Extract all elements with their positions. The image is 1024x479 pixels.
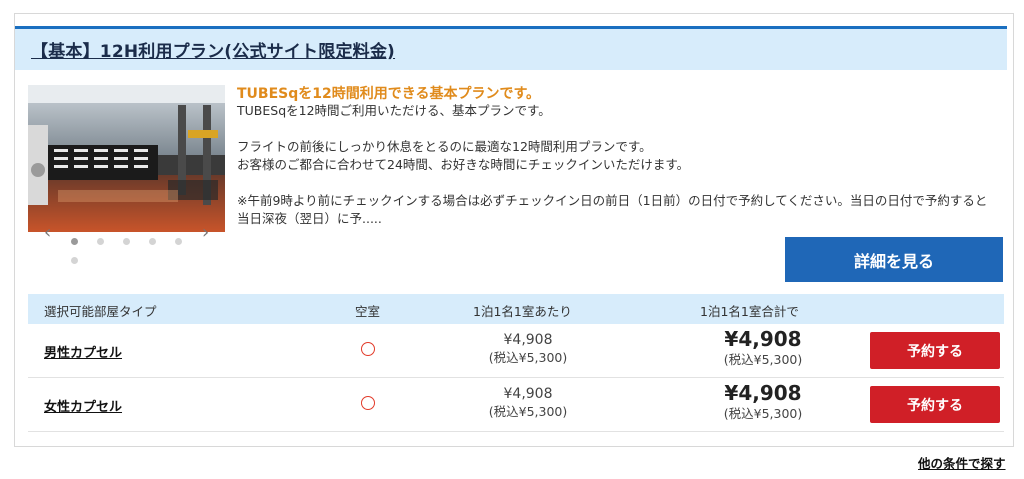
plan-header: 【基本】12H利用プラン(公式サイト限定料金): [15, 26, 1007, 70]
description-line: お客様のご都合に合わせて24時間、お好きな時間にチェックインいただけます。: [237, 157, 690, 172]
carousel-dot[interactable]: [97, 238, 104, 245]
total-value: ¥4,908: [724, 327, 802, 351]
carousel-dot[interactable]: [149, 238, 156, 245]
carousel-dot[interactable]: [123, 238, 130, 245]
total-price: ¥4,908 (税込¥5,300): [693, 382, 833, 423]
carousel-prev-icon[interactable]: ‹: [44, 222, 51, 243]
total-price: ¥4,908 (税込¥5,300): [693, 328, 833, 369]
reserve-button[interactable]: 予約する: [870, 386, 1000, 423]
total-tax: (税込¥5,300): [723, 406, 803, 421]
vacancy-header: 空室: [355, 304, 381, 319]
room-table-header: 選択可能部屋タイプ 空室 1泊1名1室あたり 1泊1名1室合計で: [28, 294, 1004, 324]
total-value: ¥4,908: [724, 381, 802, 405]
price-value: ¥4,908: [503, 332, 553, 348]
carousel-dot[interactable]: [71, 238, 78, 245]
room-name-link[interactable]: 女性カプセル: [44, 396, 122, 415]
plan-title-link[interactable]: 【基本】12H利用プラン(公式サイト限定料金): [31, 37, 395, 62]
per-person-price-header: 1泊1名1室あたり: [473, 304, 572, 319]
carousel-dots: [71, 230, 202, 268]
carousel-dot[interactable]: [71, 257, 78, 264]
view-details-button[interactable]: 詳細を見る: [785, 237, 1003, 282]
carousel-dot[interactable]: [175, 238, 182, 245]
price-tax: (税込¥5,300): [488, 350, 568, 365]
description-line: TUBESqを12時間ご利用いただける、基本プランです。: [237, 103, 551, 118]
total-tax: (税込¥5,300): [723, 352, 803, 367]
per-person-price: ¥4,908 (税込¥5,300): [468, 332, 588, 366]
plan-photo: [28, 85, 225, 232]
plan-headline: TUBESqを12時間利用できる基本プランです。: [237, 86, 541, 102]
description-line: ※午前9時より前にチェックインする場合は必ずチェックイン日の前日（1日前）の日付…: [237, 193, 988, 226]
per-person-price: ¥4,908 (税込¥5,300): [468, 386, 588, 420]
plan-description: TUBESqを12時間ご利用いただける、基本プランです。 フライトの前後にしっか…: [237, 102, 997, 228]
total-price-header: 1泊1名1室合計で: [700, 304, 799, 319]
description-line: フライトの前後にしっかり休息をとるのに最適な12時間利用プランです。: [237, 139, 652, 154]
vacancy-available-icon: [361, 396, 375, 410]
room-row: 男性カプセル ¥4,908 (税込¥5,300) ¥4,908 (税込¥5,30…: [28, 324, 1004, 378]
reserve-button[interactable]: 予約する: [870, 332, 1000, 369]
price-tax: (税込¥5,300): [488, 404, 568, 419]
carousel-next-icon[interactable]: ›: [202, 222, 209, 243]
price-value: ¥4,908: [503, 386, 553, 402]
room-row: 女性カプセル ¥4,908 (税込¥5,300) ¥4,908 (税込¥5,30…: [28, 378, 1004, 432]
room-name-link[interactable]: 男性カプセル: [44, 342, 122, 361]
search-other-conditions-link[interactable]: 他の条件で探す: [918, 453, 1006, 472]
terminal-photo-image: [28, 85, 225, 232]
photo-carousel-controls: ‹ ›: [24, 222, 209, 264]
room-type-header: 選択可能部屋タイプ: [44, 304, 157, 319]
vacancy-available-icon: [361, 342, 375, 356]
